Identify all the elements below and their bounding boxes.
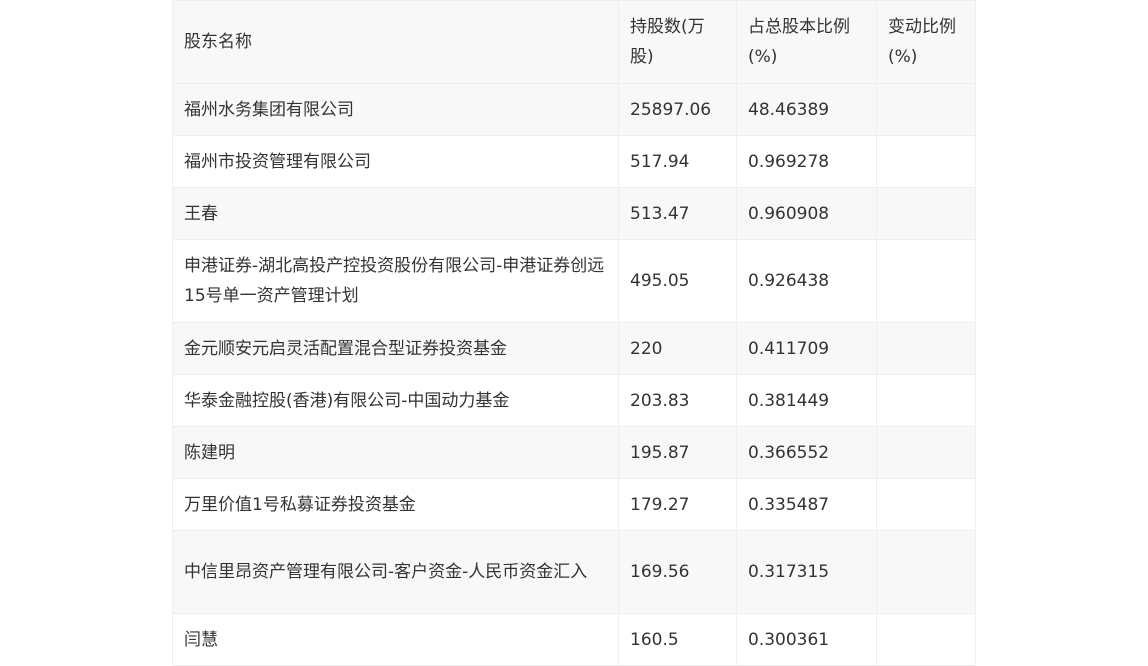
- cell-name: 王春: [172, 187, 619, 240]
- cell-name: 福州水务集团有限公司: [172, 83, 619, 136]
- cell-shares: 169.56: [618, 530, 737, 614]
- cell-ratio: 0.317315: [736, 530, 877, 614]
- header-ratio: 占总股本比例(%): [736, 0, 877, 84]
- cell-name: 申港证券-湖北高投产控投资股份有限公司-申港证券创远15号单一资产管理计划: [172, 239, 619, 323]
- cell-shares: 179.27: [618, 478, 737, 531]
- cell-change: [876, 187, 976, 240]
- cell-change: [876, 322, 976, 375]
- cell-change: [876, 478, 976, 531]
- cell-change: [876, 374, 976, 427]
- cell-name: 陈建明: [172, 426, 619, 479]
- shareholder-table: 股东名称 持股数(万股) 占总股本比例(%) 变动比例(%) 福州水务集团有限公…: [172, 0, 976, 666]
- cell-ratio: 0.300361: [736, 613, 877, 666]
- table-row: 陈建明 195.87 0.366552: [172, 426, 976, 479]
- table-header-row: 股东名称 持股数(万股) 占总股本比例(%) 变动比例(%): [172, 0, 976, 84]
- cell-change: [876, 135, 976, 188]
- cell-name: 万里价值1号私募证券投资基金: [172, 478, 619, 531]
- cell-change: [876, 530, 976, 614]
- table-row: 万里价值1号私募证券投资基金 179.27 0.335487: [172, 478, 976, 531]
- cell-name: 中信里昂资产管理有限公司-客户资金-人民币资金汇入: [172, 530, 619, 614]
- table-row: 中信里昂资产管理有限公司-客户资金-人民币资金汇入 169.56 0.31731…: [172, 530, 976, 614]
- cell-name: 华泰金融控股(香港)有限公司-中国动力基金: [172, 374, 619, 427]
- table-row: 申港证券-湖北高投产控投资股份有限公司-申港证券创远15号单一资产管理计划 49…: [172, 239, 976, 323]
- cell-name: 闫慧: [172, 613, 619, 666]
- table-row: 金元顺安元启灵活配置混合型证券投资基金 220 0.411709: [172, 322, 976, 375]
- cell-shares: 160.5: [618, 613, 737, 666]
- cell-shares: 195.87: [618, 426, 737, 479]
- cell-ratio: 0.335487: [736, 478, 877, 531]
- cell-ratio: 0.366552: [736, 426, 877, 479]
- table-row: 闫慧 160.5 0.300361: [172, 613, 976, 666]
- cell-ratio: 0.926438: [736, 239, 877, 323]
- cell-name: 金元顺安元启灵活配置混合型证券投资基金: [172, 322, 619, 375]
- cell-change: [876, 426, 976, 479]
- header-shares: 持股数(万股): [618, 0, 737, 84]
- table-row: 福州市投资管理有限公司 517.94 0.969278: [172, 135, 976, 188]
- shareholder-table-container: 股东名称 持股数(万股) 占总股本比例(%) 变动比例(%) 福州水务集团有限公…: [172, 0, 976, 666]
- cell-shares: 517.94: [618, 135, 737, 188]
- cell-shares: 203.83: [618, 374, 737, 427]
- cell-shares: 513.47: [618, 187, 737, 240]
- header-change: 变动比例(%): [876, 0, 976, 84]
- cell-name: 福州市投资管理有限公司: [172, 135, 619, 188]
- cell-change: [876, 83, 976, 136]
- cell-shares: 495.05: [618, 239, 737, 323]
- cell-ratio: 0.969278: [736, 135, 877, 188]
- cell-ratio: 0.381449: [736, 374, 877, 427]
- cell-ratio: 0.960908: [736, 187, 877, 240]
- cell-change: [876, 239, 976, 323]
- table-row: 王春 513.47 0.960908: [172, 187, 976, 240]
- cell-ratio: 0.411709: [736, 322, 877, 375]
- cell-change: [876, 613, 976, 666]
- cell-shares: 220: [618, 322, 737, 375]
- header-shareholder-name: 股东名称: [172, 0, 619, 84]
- cell-shares: 25897.06: [618, 83, 737, 136]
- table-row: 福州水务集团有限公司 25897.06 48.46389: [172, 83, 976, 136]
- table-row: 华泰金融控股(香港)有限公司-中国动力基金 203.83 0.381449: [172, 374, 976, 427]
- cell-ratio: 48.46389: [736, 83, 877, 136]
